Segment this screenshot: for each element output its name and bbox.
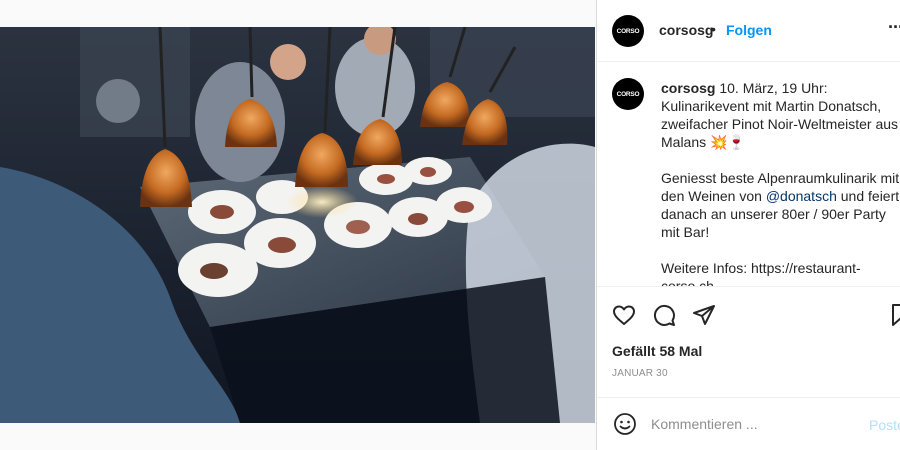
kitchen-scene-image (0, 27, 595, 423)
caption-username-link[interactable]: corsosg (661, 80, 715, 96)
caption-line-3: Weitere Infos: https://restaurant-corso.… (661, 260, 861, 286)
separator-dot: • (711, 21, 716, 37)
bookmark-icon[interactable] (889, 303, 900, 327)
more-options-icon[interactable]: ··· (888, 17, 900, 38)
username-link[interactable]: corsosg (659, 22, 713, 38)
caption-text: corsosg 10. März, 19 Uhr: Kulinarikevent… (661, 79, 900, 286)
share-icon[interactable] (692, 303, 716, 327)
comment-bar: Posten (597, 397, 900, 450)
post-header: CORSO corsosg • Folgen ··· (597, 0, 900, 62)
post-details-panel: CORSO corsosg • Folgen ··· CORSO corsosg… (596, 0, 900, 450)
caption-area: CORSO corsosg 10. März, 19 Uhr: Kulinari… (597, 62, 900, 286)
heart-icon[interactable] (612, 303, 636, 327)
avatar[interactable]: CORSO (612, 15, 644, 47)
emoji-icon[interactable] (613, 412, 637, 436)
mention-link[interactable]: @donatsch (766, 188, 837, 204)
post-media-area (0, 0, 595, 450)
follow-button[interactable]: Folgen (726, 22, 772, 38)
caption-avatar[interactable]: CORSO (612, 78, 644, 110)
like-count[interactable]: Gefällt 58 Mal (612, 343, 702, 359)
post-photo[interactable] (0, 27, 595, 423)
post-comment-button[interactable]: Posten (869, 417, 900, 433)
comment-input[interactable] (651, 416, 851, 432)
post-date: JANUAR 30 (612, 368, 668, 379)
comment-icon[interactable] (652, 303, 676, 327)
